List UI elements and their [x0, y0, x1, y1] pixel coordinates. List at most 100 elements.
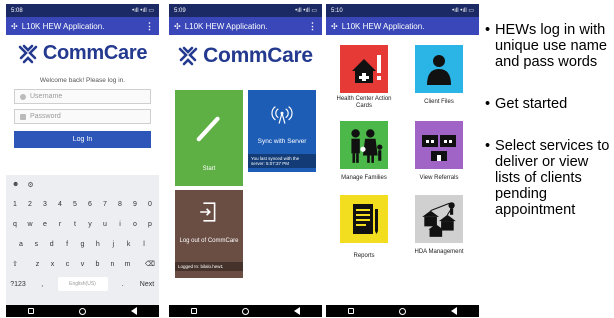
key-8[interactable]: 8	[114, 197, 126, 211]
commcare-logo-icon	[178, 46, 198, 66]
key-c[interactable]: c	[62, 257, 74, 271]
key-6[interactable]: 6	[84, 197, 96, 211]
login-button[interactable]: Log In	[14, 131, 151, 148]
key-e[interactable]: e	[39, 217, 51, 231]
key-k[interactable]: k	[123, 237, 135, 251]
shift-key[interactable]: ⇧	[9, 257, 21, 271]
menu-item-label: Reports	[353, 253, 375, 259]
health-center-icon	[340, 45, 388, 93]
key-l[interactable]: l	[138, 237, 150, 251]
key-d[interactable]: d	[46, 237, 58, 251]
home-icon[interactable]	[78, 307, 86, 315]
key-u[interactable]: u	[99, 217, 111, 231]
key-5[interactable]: 5	[69, 197, 81, 211]
last-sync-text: You last synced with the server: 5:07:37…	[248, 154, 316, 168]
bullet-icon: •	[485, 22, 491, 38]
menu-item-hda-management[interactable]: HDA Management	[404, 195, 474, 256]
key-b[interactable]: b	[92, 257, 104, 271]
key-f[interactable]: f	[61, 237, 73, 251]
key-q[interactable]: q	[9, 217, 21, 231]
key-w[interactable]: w	[24, 217, 36, 231]
overflow-menu-icon[interactable]: ⋮	[145, 21, 154, 32]
logo-text: CommCare	[42, 42, 148, 64]
back-icon[interactable]	[293, 307, 300, 315]
app-bar: ✣ L10K HEW Application. ⋮	[6, 17, 159, 35]
back-icon[interactable]	[130, 307, 137, 315]
space-key[interactable]: English(US)	[57, 277, 108, 291]
key-i[interactable]: i	[114, 217, 126, 231]
note-text: Get started	[495, 96, 568, 112]
recents-icon[interactable]	[348, 308, 355, 314]
key-x[interactable]: x	[47, 257, 59, 271]
logo-text: CommCare	[203, 44, 313, 67]
commcare-logo: CommCare	[6, 42, 159, 65]
emoji-icon[interactable]: ☻	[12, 181, 19, 189]
period-key[interactable]: .	[117, 277, 129, 291]
next-key[interactable]: Next	[138, 277, 156, 291]
key-r[interactable]: r	[54, 217, 66, 231]
key-n[interactable]: n	[107, 257, 119, 271]
home-content: CommCare Start Sync with Server You last…	[169, 35, 322, 305]
menu-item-manage-families[interactable]: Manage Families	[329, 121, 399, 182]
username-field[interactable]: Username	[14, 89, 151, 104]
logout-button[interactable]: Log out of CommCare Logged In: bilalo.he…	[175, 190, 243, 278]
module-menu: Health Center Action Cards Client Files …	[326, 35, 479, 305]
key-3[interactable]: 3	[39, 197, 51, 211]
keyboard-row-space: ?123 , English(US) . Next	[6, 277, 159, 291]
key-0[interactable]: 0	[144, 197, 156, 211]
menu-item-view-referrals[interactable]: View Referrals	[404, 121, 474, 182]
recents-icon[interactable]	[191, 308, 198, 314]
family-icon	[340, 121, 388, 169]
phone-home-screen: 5:09 •ıll •ıll ▭ ✣ L10K HEW Application.…	[169, 4, 322, 317]
key-s[interactable]: s	[30, 237, 42, 251]
slide-notes: • HEWs log in with unique use name and p…	[485, 22, 613, 244]
back-icon[interactable]	[450, 307, 457, 315]
password-field[interactable]: Password	[14, 109, 151, 124]
key-m[interactable]: m	[122, 257, 134, 271]
referral-icon	[415, 121, 463, 169]
key-z[interactable]: z	[32, 257, 44, 271]
report-icon	[340, 195, 388, 243]
start-label: Start	[202, 166, 216, 172]
key-2[interactable]: 2	[24, 197, 36, 211]
key-j[interactable]: j	[107, 237, 119, 251]
keyboard-settings-icon[interactable]: ⚙	[27, 181, 33, 189]
key-7[interactable]: 7	[99, 197, 111, 211]
note-item: • HEWs log in with unique use name and p…	[485, 22, 613, 70]
start-button[interactable]: Start	[175, 90, 243, 186]
menu-item-label: HDA Management	[414, 249, 464, 255]
bullet-icon: •	[485, 96, 491, 112]
menu-item-client-files[interactable]: Client Files	[404, 45, 474, 106]
welcome-message: Welcome back! Please log in.	[39, 77, 126, 84]
home-icon[interactable]	[241, 307, 249, 315]
key-4[interactable]: 4	[54, 197, 66, 211]
key-h[interactable]: h	[92, 237, 104, 251]
backspace-key[interactable]: ⌫	[144, 257, 156, 271]
key-t[interactable]: t	[69, 217, 81, 231]
key-v[interactable]: v	[77, 257, 89, 271]
key-p[interactable]: p	[144, 217, 156, 231]
android-nav-bar	[326, 305, 479, 317]
key-9[interactable]: 9	[129, 197, 141, 211]
recents-icon[interactable]	[28, 308, 35, 314]
key-a[interactable]: a	[15, 237, 27, 251]
lock-icon	[20, 113, 26, 120]
comma-key[interactable]: ,	[36, 277, 48, 291]
sync-button[interactable]: Sync with Server You last synced with th…	[248, 90, 316, 172]
keyboard-toolbar: ☻ ⚙	[6, 175, 159, 191]
logout-icon	[200, 202, 216, 222]
home-icon[interactable]	[398, 307, 406, 315]
key-g[interactable]: g	[77, 237, 89, 251]
status-time: 5:10	[331, 7, 343, 14]
status-time: 5:09	[174, 7, 186, 14]
overflow-menu-icon[interactable]: ⋮	[308, 21, 317, 32]
key-o[interactable]: o	[129, 217, 141, 231]
symbols-key[interactable]: ?123	[9, 277, 27, 291]
key-y[interactable]: y	[84, 217, 96, 231]
note-item: • Get started	[485, 96, 613, 112]
menu-item-reports[interactable]: Reports	[329, 195, 399, 260]
key-1[interactable]: 1	[9, 197, 21, 211]
note-text: HEWs log in with unique use name and pas…	[495, 22, 607, 70]
status-signal: •ıll •ıll ▭	[452, 8, 474, 14]
menu-item-health-center[interactable]: Health Center Action Cards	[329, 45, 399, 110]
